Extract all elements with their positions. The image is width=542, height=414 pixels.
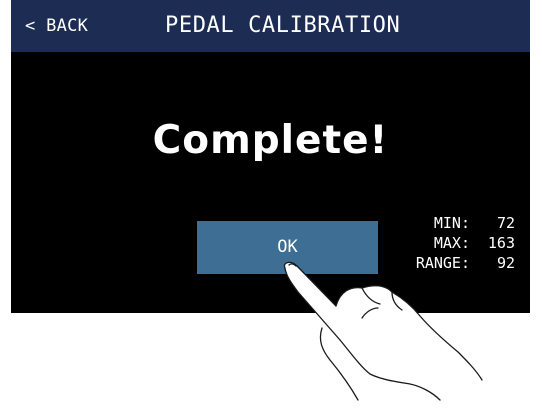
header-bar: < BACK PEDAL CALIBRATION (11, 0, 530, 52)
calibration-screen: < BACK PEDAL CALIBRATION Complete! OK MI… (11, 0, 530, 313)
back-button[interactable]: < BACK (25, 0, 88, 52)
ok-button[interactable]: OK (197, 221, 378, 274)
device-display-illustration: < BACK PEDAL CALIBRATION Complete! OK MI… (0, 0, 542, 414)
stat-row-max: MAX: 163 (395, 233, 515, 253)
max-value: 163 (487, 234, 515, 252)
calibration-stats: MIN: 72 MAX: 163 RANGE: 92 (395, 213, 515, 273)
min-value: 72 (496, 214, 515, 232)
status-message: Complete! (152, 118, 389, 163)
stat-row-range: RANGE: 92 (395, 253, 515, 273)
range-label: RANGE: (415, 254, 470, 272)
min-label: MIN: (433, 214, 470, 232)
page-title: PEDAL CALIBRATION (165, 13, 401, 38)
stat-row-min: MIN: 72 (395, 213, 515, 233)
range-value: 92 (496, 254, 515, 272)
max-label: MAX: (433, 234, 470, 252)
